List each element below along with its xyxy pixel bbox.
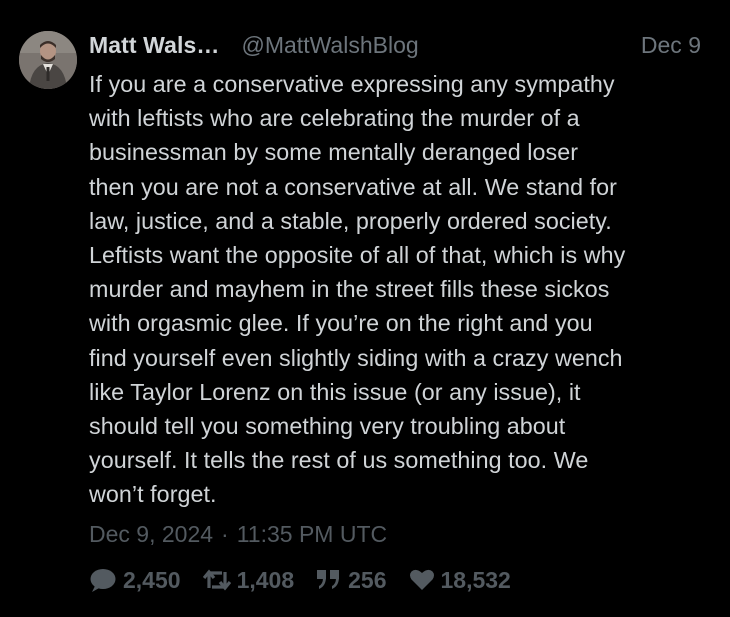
profile-photo-icon <box>19 31 77 89</box>
retweet-count: 1,408 <box>236 566 295 593</box>
reply-icon <box>89 567 117 593</box>
retweet-icon <box>202 568 231 592</box>
tweet-header: Matt Wals… @MattWalshBlog Dec 9 <box>89 30 701 60</box>
quote-icon <box>316 568 342 592</box>
tweet-timestamp[interactable]: Dec 9, 2024 · 11:35 PM UTC <box>89 521 387 548</box>
author-name[interactable]: Matt Wals… <box>89 32 220 59</box>
tweet-date-short[interactable]: Dec 9 <box>641 32 701 59</box>
timestamp-date: Dec 9, 2024 <box>89 521 214 547</box>
quote-stat[interactable]: 256 <box>316 566 387 594</box>
tweet-card: Matt Wals… @MattWalshBlog Dec 9 If you a… <box>0 0 730 617</box>
engagement-stats: 2,450 1,408 256 18,532 <box>89 564 533 596</box>
like-stat[interactable]: 18,532 <box>409 567 511 594</box>
reply-count: 2,450 <box>123 566 181 593</box>
heart-icon <box>409 568 435 592</box>
like-count: 18,532 <box>440 566 511 593</box>
quote-count: 256 <box>348 566 387 593</box>
author-handle[interactable]: @MattWalshBlog <box>242 32 419 59</box>
avatar[interactable] <box>19 31 77 89</box>
timestamp-time: 11:35 PM UTC <box>236 521 388 547</box>
timestamp-separator: · <box>221 521 229 547</box>
retweet-stat[interactable]: 1,408 <box>202 566 295 594</box>
tweet-text: If you are a conservative expressing any… <box>89 71 626 508</box>
reply-stat[interactable]: 2,450 <box>89 567 181 594</box>
